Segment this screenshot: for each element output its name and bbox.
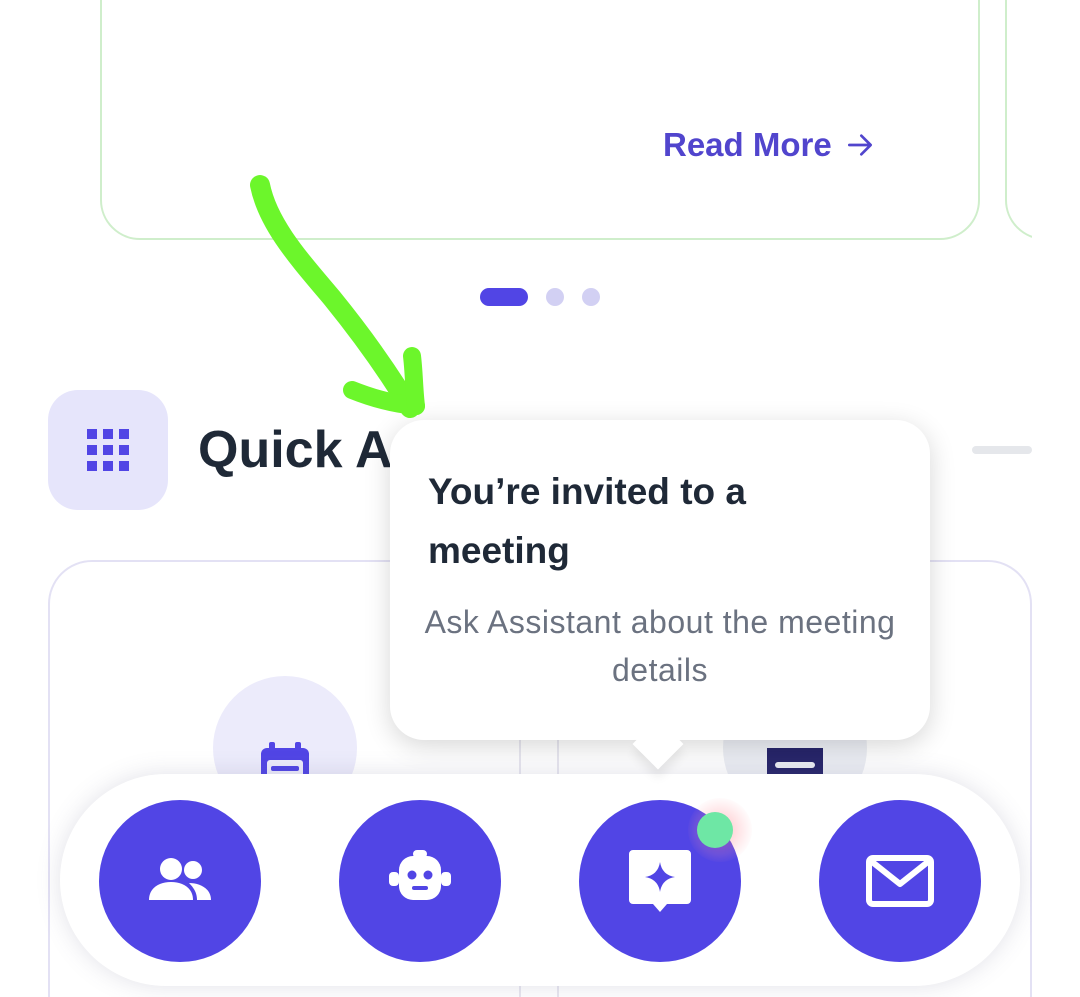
pager-dot[interactable] xyxy=(582,288,600,306)
read-more-label: Read More xyxy=(663,126,832,163)
carousel-pager xyxy=(480,288,600,306)
notification-badge xyxy=(697,812,733,848)
robot-icon xyxy=(389,850,451,900)
quick-access-title: Quick Ac xyxy=(198,421,422,479)
tooltip-arrow-mask xyxy=(620,700,700,740)
section-divider xyxy=(972,446,1032,454)
tooltip-subtitle: Ask Assistant about the meeting details xyxy=(424,604,896,688)
pager-dot[interactable] xyxy=(546,288,564,306)
read-more-link[interactable]: Read More xyxy=(663,126,876,164)
arrow-right-icon xyxy=(847,134,872,156)
people-icon xyxy=(149,858,211,900)
grid-icon xyxy=(87,429,129,471)
pager-dot-active[interactable] xyxy=(480,288,528,306)
nav-bot-button[interactable] xyxy=(339,800,501,962)
right-edge-fade xyxy=(1032,0,1080,997)
nav-people-button[interactable] xyxy=(99,800,261,962)
quick-access-icon-box xyxy=(48,390,168,510)
assistant-sparkle-icon xyxy=(629,850,691,912)
nav-mail-button[interactable] xyxy=(819,800,981,962)
mail-icon xyxy=(866,855,934,907)
tooltip-title: You’re invited to a meeting xyxy=(428,471,746,571)
news-card xyxy=(100,0,980,240)
